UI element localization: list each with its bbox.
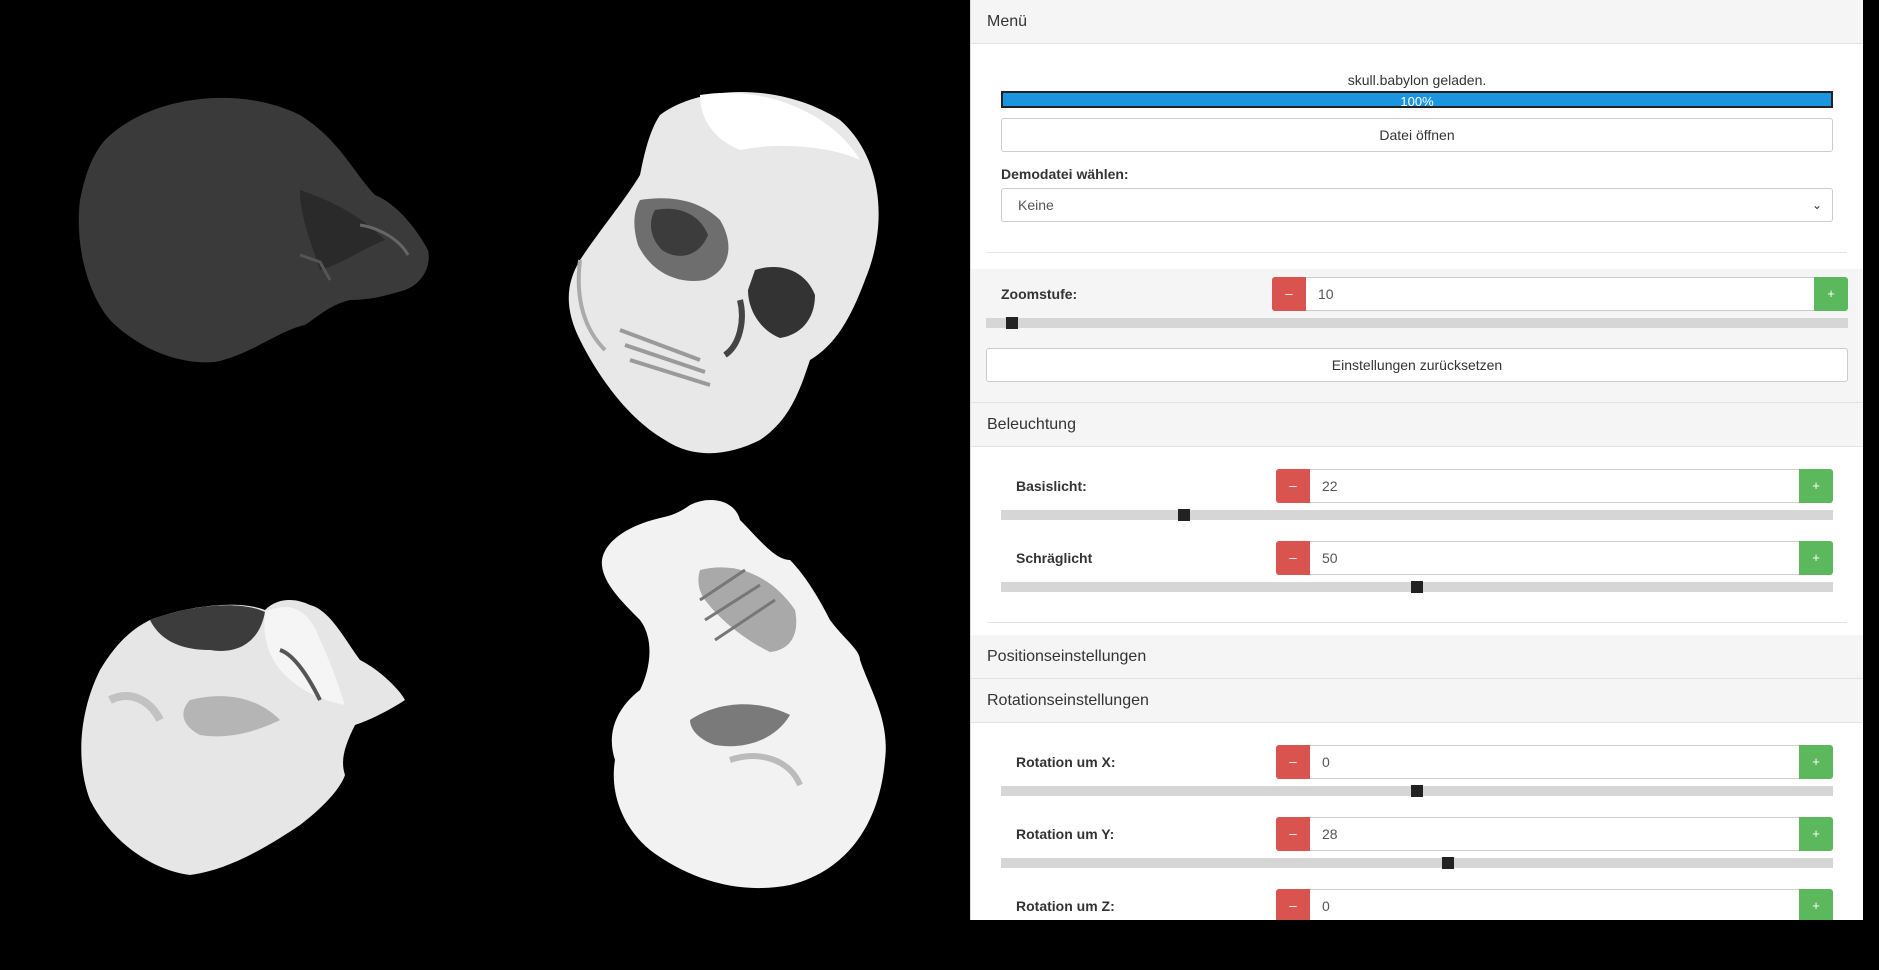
zoom-decrement-button[interactable]: – (1272, 277, 1306, 311)
zoom-area: Zoomstufe: – 10 + Einstellungen zurückse… (971, 269, 1863, 402)
base-light-increment-button[interactable]: + (1799, 469, 1833, 503)
oblique-light-increment-button[interactable]: + (1799, 541, 1833, 575)
zoom-slider[interactable] (986, 317, 1848, 329)
lighting-item-base: Basislicht: – 22 + (1001, 469, 1833, 521)
rotation-item-y: Rotation um Y: – 28 + (1001, 817, 1833, 869)
oblique-light-stepper: – 50 + (1276, 541, 1833, 575)
lighting-item-oblique: Schräglicht – 50 + (1001, 541, 1833, 593)
rotation-x-slider[interactable] (1001, 785, 1833, 797)
rotation-header[interactable]: Rotationseinstellungen (971, 679, 1863, 723)
zoom-label: Zoomstufe: (1001, 286, 1078, 302)
zoom-slider-thumb[interactable] (1005, 317, 1018, 329)
oblique-light-label: Schräglicht (1016, 550, 1093, 566)
rotation-y-increment-button[interactable]: + (1799, 817, 1833, 851)
rotation-z-label: Rotation um Z: (1016, 898, 1115, 914)
base-light-stepper: – 22 + (1276, 469, 1833, 503)
rotation-z-increment-button[interactable]: + (1799, 889, 1833, 920)
base-light-decrement-button[interactable]: – (1276, 469, 1310, 503)
rotation-y-stepper: – 28 + (1276, 817, 1833, 851)
chevron-down-icon: ⌄ (1811, 198, 1822, 212)
oblique-light-slider-thumb[interactable] (1411, 581, 1423, 593)
skull-views (78, 91, 886, 889)
zoom-input[interactable]: 10 (1306, 277, 1814, 311)
position-header[interactable]: Positionseinstellungen (971, 635, 1863, 679)
rotation-y-input[interactable]: 28 (1310, 817, 1799, 851)
rotation-x-slider-thumb[interactable] (1411, 785, 1423, 797)
rotation-z-decrement-button[interactable]: – (1276, 889, 1310, 920)
rotation-y-slider[interactable] (1001, 857, 1833, 869)
rotation-item-z: Rotation um Z: – 0 + (1001, 889, 1833, 920)
skull-view-top-left (78, 97, 429, 363)
oblique-light-slider[interactable] (1001, 581, 1833, 593)
base-light-label: Basislicht: (1016, 478, 1087, 494)
skull-view-bottom-right (601, 500, 886, 889)
rotation-item-x: Rotation um X: – 0 + (1001, 745, 1833, 797)
base-light-slider[interactable] (1001, 509, 1833, 521)
reset-settings-button[interactable]: Einstellungen zurücksetzen (986, 348, 1848, 382)
oblique-light-decrement-button[interactable]: – (1276, 541, 1310, 575)
zoom-increment-button[interactable]: + (1814, 277, 1848, 311)
menu-header[interactable]: Menü (971, 0, 1863, 44)
oblique-light-input[interactable]: 50 (1310, 541, 1799, 575)
settings-panel: Menü skull.babylon geladen. 100% Datei ö… (970, 0, 1863, 920)
rotation-y-label: Rotation um Y: (1016, 826, 1115, 842)
skull-view-bottom-left (81, 600, 406, 875)
lighting-header[interactable]: Beleuchtung (971, 402, 1863, 447)
rotation-x-stepper: – 0 + (1276, 745, 1833, 779)
rotation-body: Rotation um X: – 0 + Rotation um Y: – 28… (971, 723, 1863, 920)
rotation-y-slider-thumb[interactable] (1441, 857, 1454, 869)
demo-file-select[interactable]: Keine ⌄ (1001, 188, 1833, 222)
rotation-x-input[interactable]: 0 (1310, 745, 1799, 779)
base-light-slider-thumb[interactable] (1178, 509, 1191, 521)
progress-label: 100% (1400, 94, 1434, 109)
render-viewport[interactable] (0, 0, 970, 970)
menu-divider (987, 252, 1847, 253)
menu-body: skull.babylon geladen. 100% Datei öffnen… (971, 72, 1863, 252)
rotation-y-decrement-button[interactable]: – (1276, 817, 1310, 851)
load-status-text: skull.babylon geladen. (1347, 72, 1487, 88)
rotation-x-label: Rotation um X: (1016, 754, 1116, 770)
rotation-z-stepper: – 0 + (1276, 889, 1833, 920)
rotation-x-decrement-button[interactable]: – (1276, 745, 1310, 779)
skull-view-top-right (568, 91, 879, 454)
demo-file-value: Keine (1018, 197, 1054, 213)
base-light-input[interactable]: 22 (1310, 469, 1799, 503)
zoom-stepper: – 10 + (1272, 277, 1848, 311)
rotation-x-increment-button[interactable]: + (1799, 745, 1833, 779)
rotation-z-input[interactable]: 0 (1310, 889, 1799, 920)
open-file-button[interactable]: Datei öffnen (1001, 118, 1833, 152)
demo-file-label: Demodatei wählen: (1001, 166, 1129, 182)
lighting-body: Basislicht: – 22 + Schräglicht – 50 + (971, 447, 1863, 622)
load-progress-bar: 100% (1001, 91, 1833, 109)
zoom-row: Zoomstufe: – 10 + (1001, 277, 1848, 311)
